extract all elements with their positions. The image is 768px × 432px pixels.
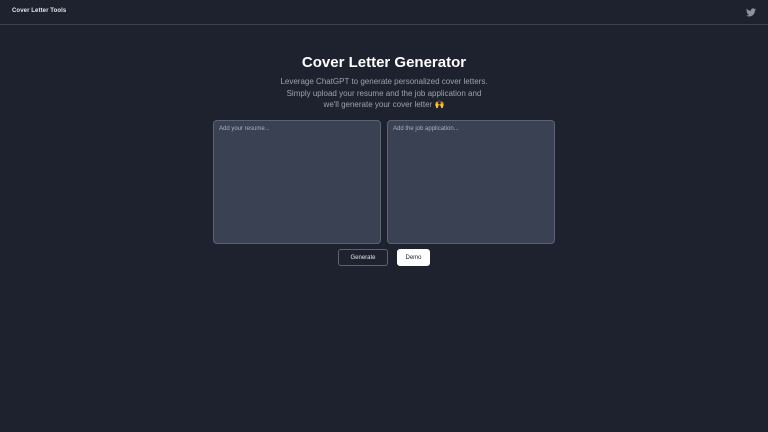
brand-link[interactable]: Cover Letter Tools bbox=[12, 8, 66, 14]
page-subtitle: Leverage ChatGPT to generate personalize… bbox=[264, 76, 504, 111]
subtitle-line-1: Leverage ChatGPT to generate personalize… bbox=[280, 77, 488, 86]
subtitle-line-2: Simply upload your resume and the job ap… bbox=[286, 88, 482, 98]
generate-button[interactable]: Generate bbox=[338, 249, 388, 266]
raised-hands-icon: 🙌 bbox=[434, 100, 445, 109]
page-title: Cover Letter Generator bbox=[301, 54, 467, 71]
subtitle-line-3: we'll generate your cover letter bbox=[323, 100, 433, 109]
top-nav-bar: Cover Letter Tools bbox=[0, 0, 768, 25]
demo-button[interactable]: Demo bbox=[397, 249, 430, 266]
resume-input[interactable] bbox=[213, 120, 381, 244]
job-application-input[interactable] bbox=[387, 120, 555, 244]
twitter-icon[interactable] bbox=[746, 8, 756, 17]
